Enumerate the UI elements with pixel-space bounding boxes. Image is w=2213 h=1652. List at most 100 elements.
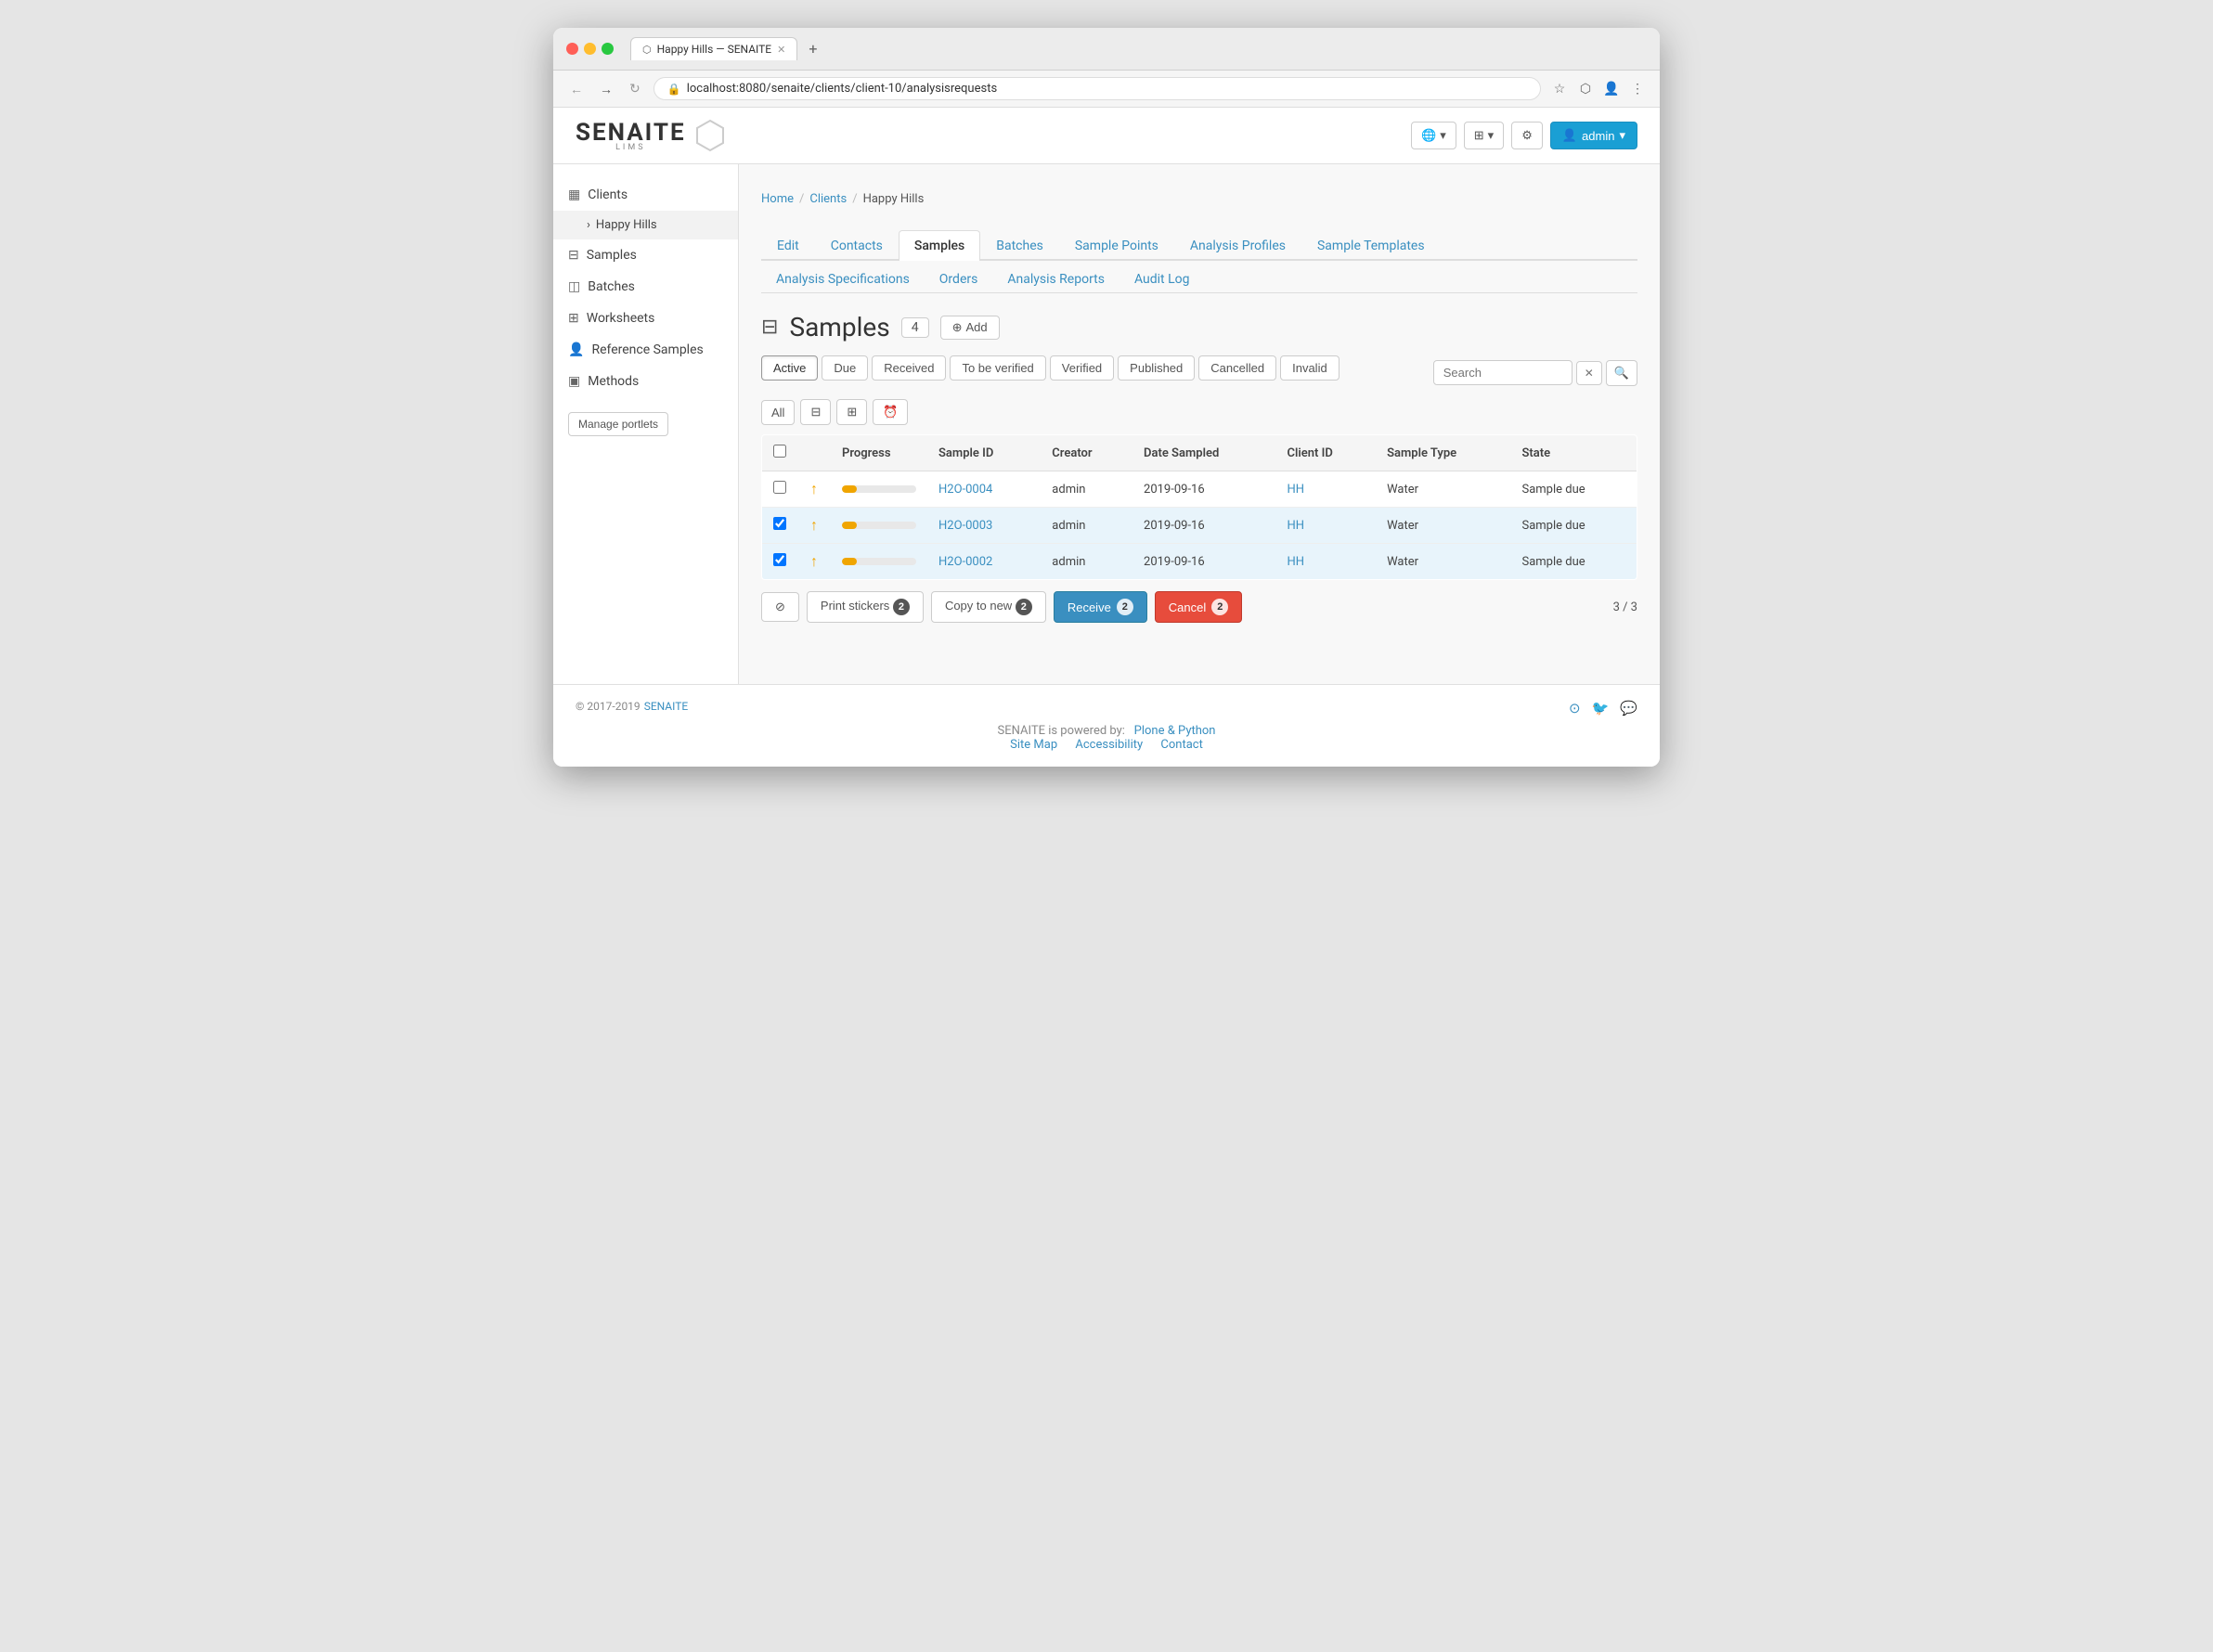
maximize-button[interactable] (602, 43, 614, 55)
add-button[interactable]: ⊕ Add (940, 316, 1000, 340)
sidebar: ▦ Clients › Happy Hills ⊟ Samples ◫ Batc… (553, 164, 739, 684)
sidebar-item-samples[interactable]: ⊟ Samples (553, 239, 738, 271)
client-id-link[interactable]: HH (1287, 555, 1304, 569)
row-creator-cell: admin (1041, 471, 1132, 508)
contact-link[interactable]: Contact (1160, 738, 1202, 752)
sidebar-item-label: Clients (588, 187, 628, 202)
menu-icon[interactable]: ⋮ (1628, 80, 1647, 98)
client-id-link[interactable]: HH (1287, 483, 1304, 497)
breadcrumb-sep-1: / (799, 192, 804, 206)
progress-bar-fill (842, 522, 857, 529)
row-checkbox-cell[interactable] (762, 508, 798, 544)
print-stickers-button[interactable]: Print stickers 2 (807, 591, 924, 623)
filter-to-be-verified[interactable]: To be verified (950, 355, 1045, 381)
sidebar-item-methods[interactable]: ▣ Methods (553, 366, 738, 397)
back-button[interactable]: ← (566, 80, 587, 98)
footer-brand-link[interactable]: SENAITE (644, 700, 689, 713)
search-clear-button[interactable]: ✕ (1576, 361, 1602, 385)
extension-icon[interactable]: ⬡ (1576, 80, 1595, 98)
tab-audit-log[interactable]: Audit Log (1119, 266, 1205, 292)
cancel-badge: 2 (1211, 599, 1228, 615)
client-id-link[interactable]: HH (1287, 519, 1304, 533)
tab-batches[interactable]: Batches (980, 230, 1059, 261)
sidebar-item-happy-hills[interactable]: › Happy Hills (553, 211, 738, 239)
tab-analysis-reports[interactable]: Analysis Reports (992, 266, 1119, 292)
url-bar[interactable]: 🔒 localhost:8080/senaite/clients/client-… (654, 77, 1541, 100)
minimize-button[interactable] (584, 43, 596, 55)
sample-id-link[interactable]: H2O-0002 (938, 555, 992, 569)
new-tab-button[interactable]: + (803, 38, 822, 59)
filter-cancelled[interactable]: Cancelled (1198, 355, 1276, 381)
move-button[interactable]: ⊞ (836, 399, 867, 425)
sidebar-item-batches[interactable]: ◫ Batches (553, 271, 738, 303)
chat-icon[interactable]: 💬 (1620, 700, 1637, 716)
progress-bar-bg (842, 522, 916, 529)
sample-id-link[interactable]: H2O-0003 (938, 519, 992, 533)
sidebar-item-clients[interactable]: ▦ Clients (553, 179, 738, 211)
tab-sample-templates[interactable]: Sample Templates (1301, 230, 1441, 261)
settings-button[interactable]: ⚙ (1511, 122, 1543, 149)
row-checkbox[interactable] (773, 481, 786, 494)
clear-action-button[interactable]: ⊘ (761, 592, 799, 622)
receive-button[interactable]: Receive 2 (1054, 591, 1147, 623)
row-sample-type-cell: Water (1376, 544, 1510, 580)
forward-button[interactable]: → (596, 80, 616, 98)
print-stickers-label: Print stickers (821, 599, 889, 613)
cancel-button[interactable]: Cancel 2 (1155, 591, 1242, 623)
methods-icon: ▣ (568, 374, 580, 389)
copy-button[interactable]: ⊟ (800, 399, 831, 425)
filter-invalid[interactable]: Invalid (1280, 355, 1339, 381)
gear-icon: ⚙ (1521, 128, 1533, 143)
tab-analysis-specifications[interactable]: Analysis Specifications (761, 266, 925, 292)
filter-verified[interactable]: Verified (1050, 355, 1114, 381)
row-checkbox[interactable] (773, 553, 786, 566)
row-checkbox-cell[interactable] (762, 471, 798, 508)
tab-edit[interactable]: Edit (761, 230, 815, 261)
tab-samples[interactable]: Samples (899, 230, 980, 261)
breadcrumb-home[interactable]: Home (761, 192, 794, 206)
page-count: 3 / 3 (1613, 600, 1637, 614)
tab-orders[interactable]: Orders (925, 266, 993, 292)
tab-close-icon[interactable]: ✕ (777, 44, 785, 56)
sidebar-item-reference-samples[interactable]: 👤 Reference Samples (553, 334, 738, 366)
select-all-button[interactable]: All (761, 400, 795, 425)
filter-published[interactable]: Published (1118, 355, 1195, 381)
filter-received[interactable]: Received (872, 355, 946, 381)
star-icon[interactable]: ☆ (1550, 80, 1569, 98)
manage-portlets-button[interactable]: Manage portlets (568, 412, 668, 436)
tab-contacts[interactable]: Contacts (815, 230, 899, 261)
active-tab[interactable]: ⬡ Happy Hills — SENAITE ✕ (630, 37, 797, 60)
tab-sample-points[interactable]: Sample Points (1059, 230, 1174, 261)
globe-button[interactable]: 🌐 ▾ (1411, 122, 1456, 149)
sidebar-item-worksheets[interactable]: ⊞ Worksheets (553, 303, 738, 334)
profile-icon[interactable]: 👤 (1602, 80, 1621, 98)
search-input[interactable] (1433, 360, 1572, 385)
filter-due[interactable]: Due (822, 355, 868, 381)
breadcrumb-sep-2: / (852, 192, 857, 206)
github-icon[interactable]: ⊙ (1569, 700, 1581, 716)
sidebar-child-label: Happy Hills (596, 218, 657, 232)
close-button[interactable] (566, 43, 578, 55)
site-map-link[interactable]: Site Map (1010, 738, 1057, 752)
search-go-button[interactable]: 🔍 (1606, 360, 1637, 386)
row-checkbox-cell[interactable] (762, 544, 798, 580)
select-all-checkbox[interactable] (773, 445, 786, 458)
accessibility-link[interactable]: Accessibility (1075, 738, 1143, 752)
row-progress-cell (831, 471, 927, 508)
filter-active[interactable]: Active (761, 355, 818, 381)
plone-python-link[interactable]: Plone & Python (1134, 724, 1216, 738)
sample-id-link[interactable]: H2O-0004 (938, 483, 992, 497)
admin-button[interactable]: 👤 admin ▾ (1550, 122, 1637, 149)
reload-button[interactable]: ↻ (626, 79, 644, 98)
tab-analysis-profiles[interactable]: Analysis Profiles (1174, 230, 1301, 261)
clients-icon: ▦ (568, 187, 580, 202)
app-body: ▦ Clients › Happy Hills ⊟ Samples ◫ Batc… (553, 164, 1660, 684)
progress-bar-fill (842, 485, 857, 493)
grid-button[interactable]: ⊞ ▾ (1464, 122, 1504, 149)
twitter-icon[interactable]: 🐦 (1592, 700, 1610, 716)
row-checkbox[interactable] (773, 517, 786, 530)
breadcrumb-clients[interactable]: Clients (809, 192, 847, 206)
clock-button[interactable]: ⏰ (873, 399, 908, 425)
bottom-actions: ⊘ Print stickers 2 Copy to new 2 Receive… (761, 591, 1637, 623)
copy-to-new-button[interactable]: Copy to new 2 (931, 591, 1046, 623)
